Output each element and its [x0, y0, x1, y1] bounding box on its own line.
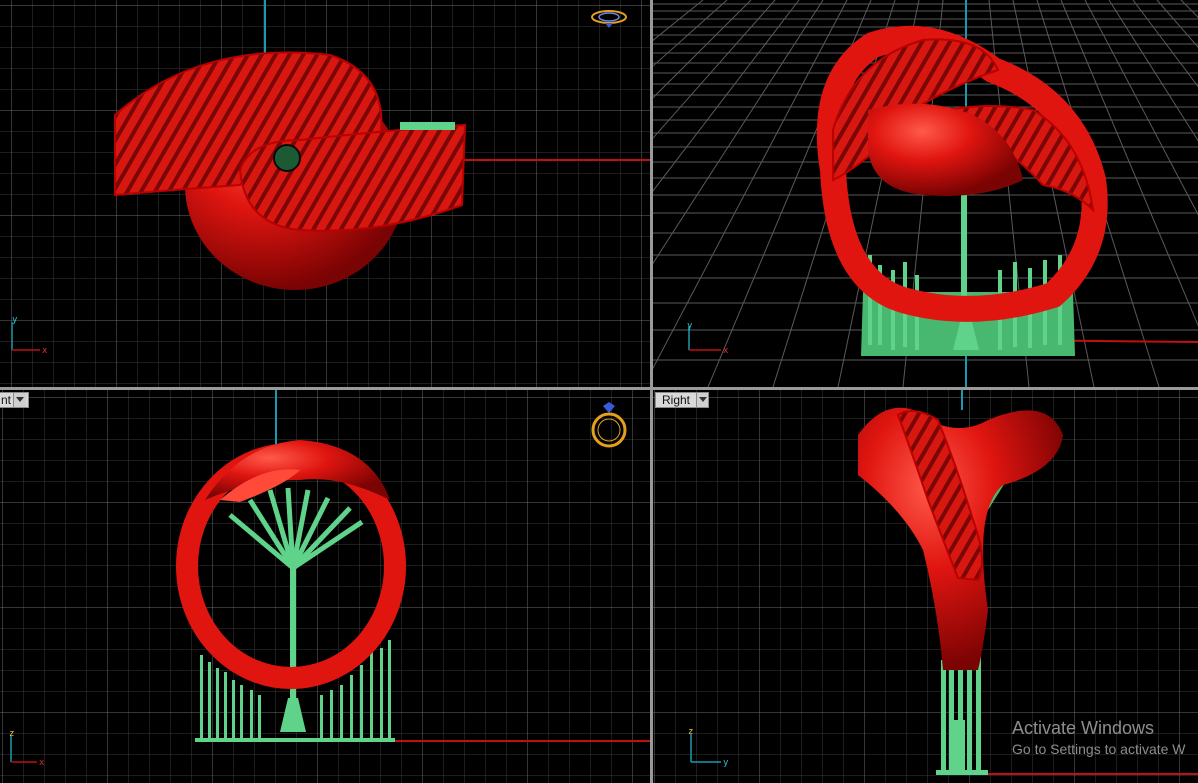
axis-label-v: z	[9, 729, 14, 739]
chevron-down-icon[interactable]	[696, 393, 708, 407]
axis-label-h: x	[39, 758, 45, 768]
axis-indicator-right: z y	[688, 727, 729, 768]
viewport-front[interactable]: nt z x	[0, 390, 650, 783]
axis-label-h: y	[723, 758, 729, 768]
viewport-divider-horizontal[interactable]	[0, 387, 1198, 390]
chevron-down-icon[interactable]	[13, 393, 27, 407]
activation-watermark-subtitle: Go to Settings to activate W	[1012, 741, 1186, 757]
ring-top-view-icon[interactable]	[589, 6, 629, 30]
viewport-label-text: nt	[1, 393, 12, 407]
axis-label-v: z	[688, 727, 693, 737]
axis-label-v: y	[12, 315, 18, 325]
viewport-label-text: Right	[662, 393, 691, 407]
viewport-front-canvas	[0, 390, 650, 783]
axis-indicator-perspective: y x	[687, 321, 729, 356]
viewport-divider-vertical[interactable]	[650, 0, 653, 783]
viewport-perspective[interactable]: y x	[653, 0, 1198, 387]
viewport-label-front[interactable]: nt	[0, 392, 29, 408]
viewport-top-canvas	[0, 0, 650, 387]
viewport-top[interactable]: y x	[0, 0, 650, 387]
axis-label-h: x	[42, 346, 48, 356]
ring-front-view-icon[interactable]	[589, 400, 629, 452]
activation-watermark-title: Activate Windows	[1012, 718, 1155, 738]
axis-indicator-top: y x	[11, 315, 48, 356]
axis-indicator-front: z x	[9, 729, 45, 768]
axis-label-h: x	[723, 346, 729, 356]
viewport-label-right[interactable]: Right	[655, 392, 709, 408]
axis-label-v: y	[687, 321, 693, 331]
